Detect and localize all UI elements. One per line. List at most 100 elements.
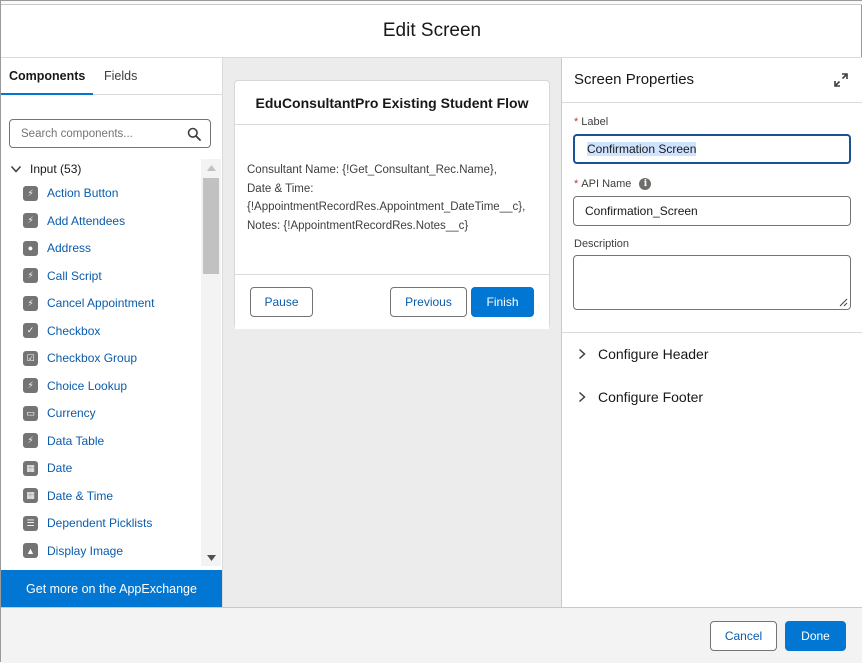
item-label: Add Attendees	[47, 213, 126, 228]
resize-grip-icon[interactable]	[839, 298, 848, 307]
screen-properties-panel: Screen Properties * Label Confirmation S…	[561, 58, 862, 607]
list-item[interactable]: ▲ Display Image	[23, 540, 123, 562]
body-line: Notes: {!AppointmentRecordRes.Notes__c}	[247, 219, 469, 232]
info-icon[interactable]: i	[639, 178, 652, 190]
body-line: {!AppointmentRecordRes.Appointment_DateT…	[247, 201, 526, 213]
tab-components[interactable]: Components	[1, 58, 93, 95]
field-label-text: Description	[574, 238, 630, 250]
configure-header-section[interactable]: Configure Header	[562, 332, 862, 374]
location-pin-icon: ●	[23, 240, 38, 256]
label-input-value: Confirmation Screen	[587, 142, 697, 156]
pause-button[interactable]: Pause	[250, 287, 313, 317]
list-item[interactable]: ☑ Checkbox Group	[23, 347, 137, 369]
list-item[interactable]: ⚡ Data Table	[23, 430, 104, 452]
calendar-time-icon: ▦	[23, 488, 38, 503]
item-label: Action Button	[47, 186, 119, 200]
field-label-text: API Name	[581, 178, 632, 190]
list-item[interactable]: ⚡ Cancel Appointment	[23, 292, 154, 314]
checkbox-icon: ✓	[23, 323, 38, 338]
api-name-input[interactable]: Confirmation_Screen	[573, 196, 851, 226]
scroll-up-icon[interactable]	[201, 159, 221, 176]
properties-title: Screen Properties	[574, 71, 695, 88]
required-indicator: *	[574, 116, 579, 128]
list-item[interactable]: ☰ Dependent Picklists	[23, 512, 152, 534]
list-item[interactable]: ⚡ Call Script	[23, 265, 102, 287]
modal-header: Edit Screen	[1, 5, 862, 58]
search-box	[9, 119, 211, 148]
modal-title: Edit Screen	[382, 20, 482, 41]
item-label: Date	[47, 461, 73, 475]
list-item[interactable]: ● Address	[23, 237, 91, 259]
label-field-label: * Label	[574, 116, 608, 128]
item-label: Display Image	[47, 543, 124, 558]
list-item[interactable]: ▦ Date	[23, 457, 72, 479]
previous-button[interactable]: Previous	[390, 287, 467, 317]
scroll-down-icon[interactable]	[201, 549, 221, 566]
item-label: Data Table	[47, 433, 105, 448]
expand-icon[interactable]	[834, 73, 848, 87]
image-icon: ▲	[23, 543, 38, 558]
description-field-label: Description	[574, 238, 629, 250]
screen-preview-card[interactable]: EduConsultantPro Existing Student Flow C…	[234, 80, 550, 329]
item-label: Checkbox	[47, 323, 101, 338]
panel-tabs: Components Fields	[1, 58, 222, 95]
lightning-icon: ⚡	[23, 268, 38, 283]
description-textarea[interactable]	[573, 255, 851, 310]
lightning-icon: ⚡	[23, 213, 38, 228]
list-item[interactable]: ⚡ Action Button	[23, 182, 118, 204]
field-label-text: Label	[581, 116, 609, 128]
list-item[interactable]: ▭ Currency	[23, 402, 96, 424]
appexchange-link[interactable]: Get more on the AppExchange	[1, 570, 222, 607]
configure-footer-section[interactable]: Configure Footer	[562, 376, 862, 418]
finish-button[interactable]: Finish	[471, 287, 534, 317]
section-label: Input (53)	[30, 162, 82, 176]
component-list: Input (53) ⚡ Action Button ⚡ Add Attende…	[1, 159, 222, 564]
list-item[interactable]: ▦ Date & Time	[23, 485, 113, 507]
components-panel: Components Fields Input (53) ⚡ Action Bu…	[1, 58, 223, 607]
item-label: Currency	[47, 406, 96, 420]
list-item[interactable]: ⚡ Choice Lookup	[23, 375, 127, 397]
tab-fields[interactable]: Fields	[96, 58, 145, 95]
calendar-icon: ▦	[23, 460, 38, 476]
item-label: Dependent Picklists	[47, 516, 153, 530]
cancel-button[interactable]: Cancel	[710, 621, 777, 651]
list-item[interactable]: ✓ Checkbox	[23, 320, 100, 342]
item-label: Cancel Appointment	[47, 296, 155, 310]
lightning-icon: ⚡	[23, 185, 38, 201]
modal-footer: Cancel Done	[1, 607, 862, 663]
display-text-component[interactable]: Consultant Name: {!Get_Consultant_Rec.Na…	[247, 161, 547, 235]
chevron-right-icon	[578, 348, 586, 359]
body-line: Consultant Name: {!Get_Consultant_Rec.Na…	[247, 164, 497, 176]
section-input[interactable]: Input (53)	[10, 159, 81, 179]
body-line: Date & Time:	[247, 182, 314, 195]
item-label: Date & Time	[47, 488, 114, 503]
api-name-field-label: * API Name i	[574, 178, 652, 190]
lightning-icon: ⚡	[23, 433, 38, 448]
search-icon[interactable]	[187, 127, 201, 141]
section-title: Configure Footer	[598, 389, 704, 405]
api-name-value: Confirmation_Screen	[585, 204, 698, 218]
lightning-icon: ⚡	[23, 378, 38, 393]
chevron-right-icon	[578, 391, 586, 403]
item-label: Call Script	[47, 268, 102, 283]
done-button[interactable]: Done	[785, 621, 846, 651]
properties-header: Screen Properties	[562, 58, 862, 103]
section-title: Configure Header	[598, 345, 709, 362]
search-input[interactable]	[21, 120, 186, 147]
list-icon: ☰	[23, 515, 38, 531]
required-indicator: *	[574, 178, 579, 190]
lightning-icon: ⚡	[23, 295, 38, 311]
item-label: Address	[47, 241, 92, 255]
currency-icon: ▭	[23, 405, 38, 421]
edit-screen-modal: Edit Screen Components Fields Input (53)…	[0, 0, 862, 663]
item-label: Checkbox Group	[47, 351, 138, 365]
list-item[interactable]: ⚡ Add Attendees	[23, 210, 125, 232]
checkbox-group-icon: ☑	[23, 350, 38, 366]
flow-title: EduConsultantPro Existing Student Flow	[235, 81, 549, 125]
item-label: Choice Lookup	[47, 378, 128, 393]
card-footer: Pause Previous Finish	[235, 274, 549, 329]
list-scrollbar[interactable]	[201, 159, 221, 566]
label-input[interactable]: Confirmation Screen	[573, 134, 851, 164]
screen-canvas: EduConsultantPro Existing Student Flow C…	[223, 58, 561, 607]
scrollbar-thumb[interactable]	[203, 178, 219, 274]
